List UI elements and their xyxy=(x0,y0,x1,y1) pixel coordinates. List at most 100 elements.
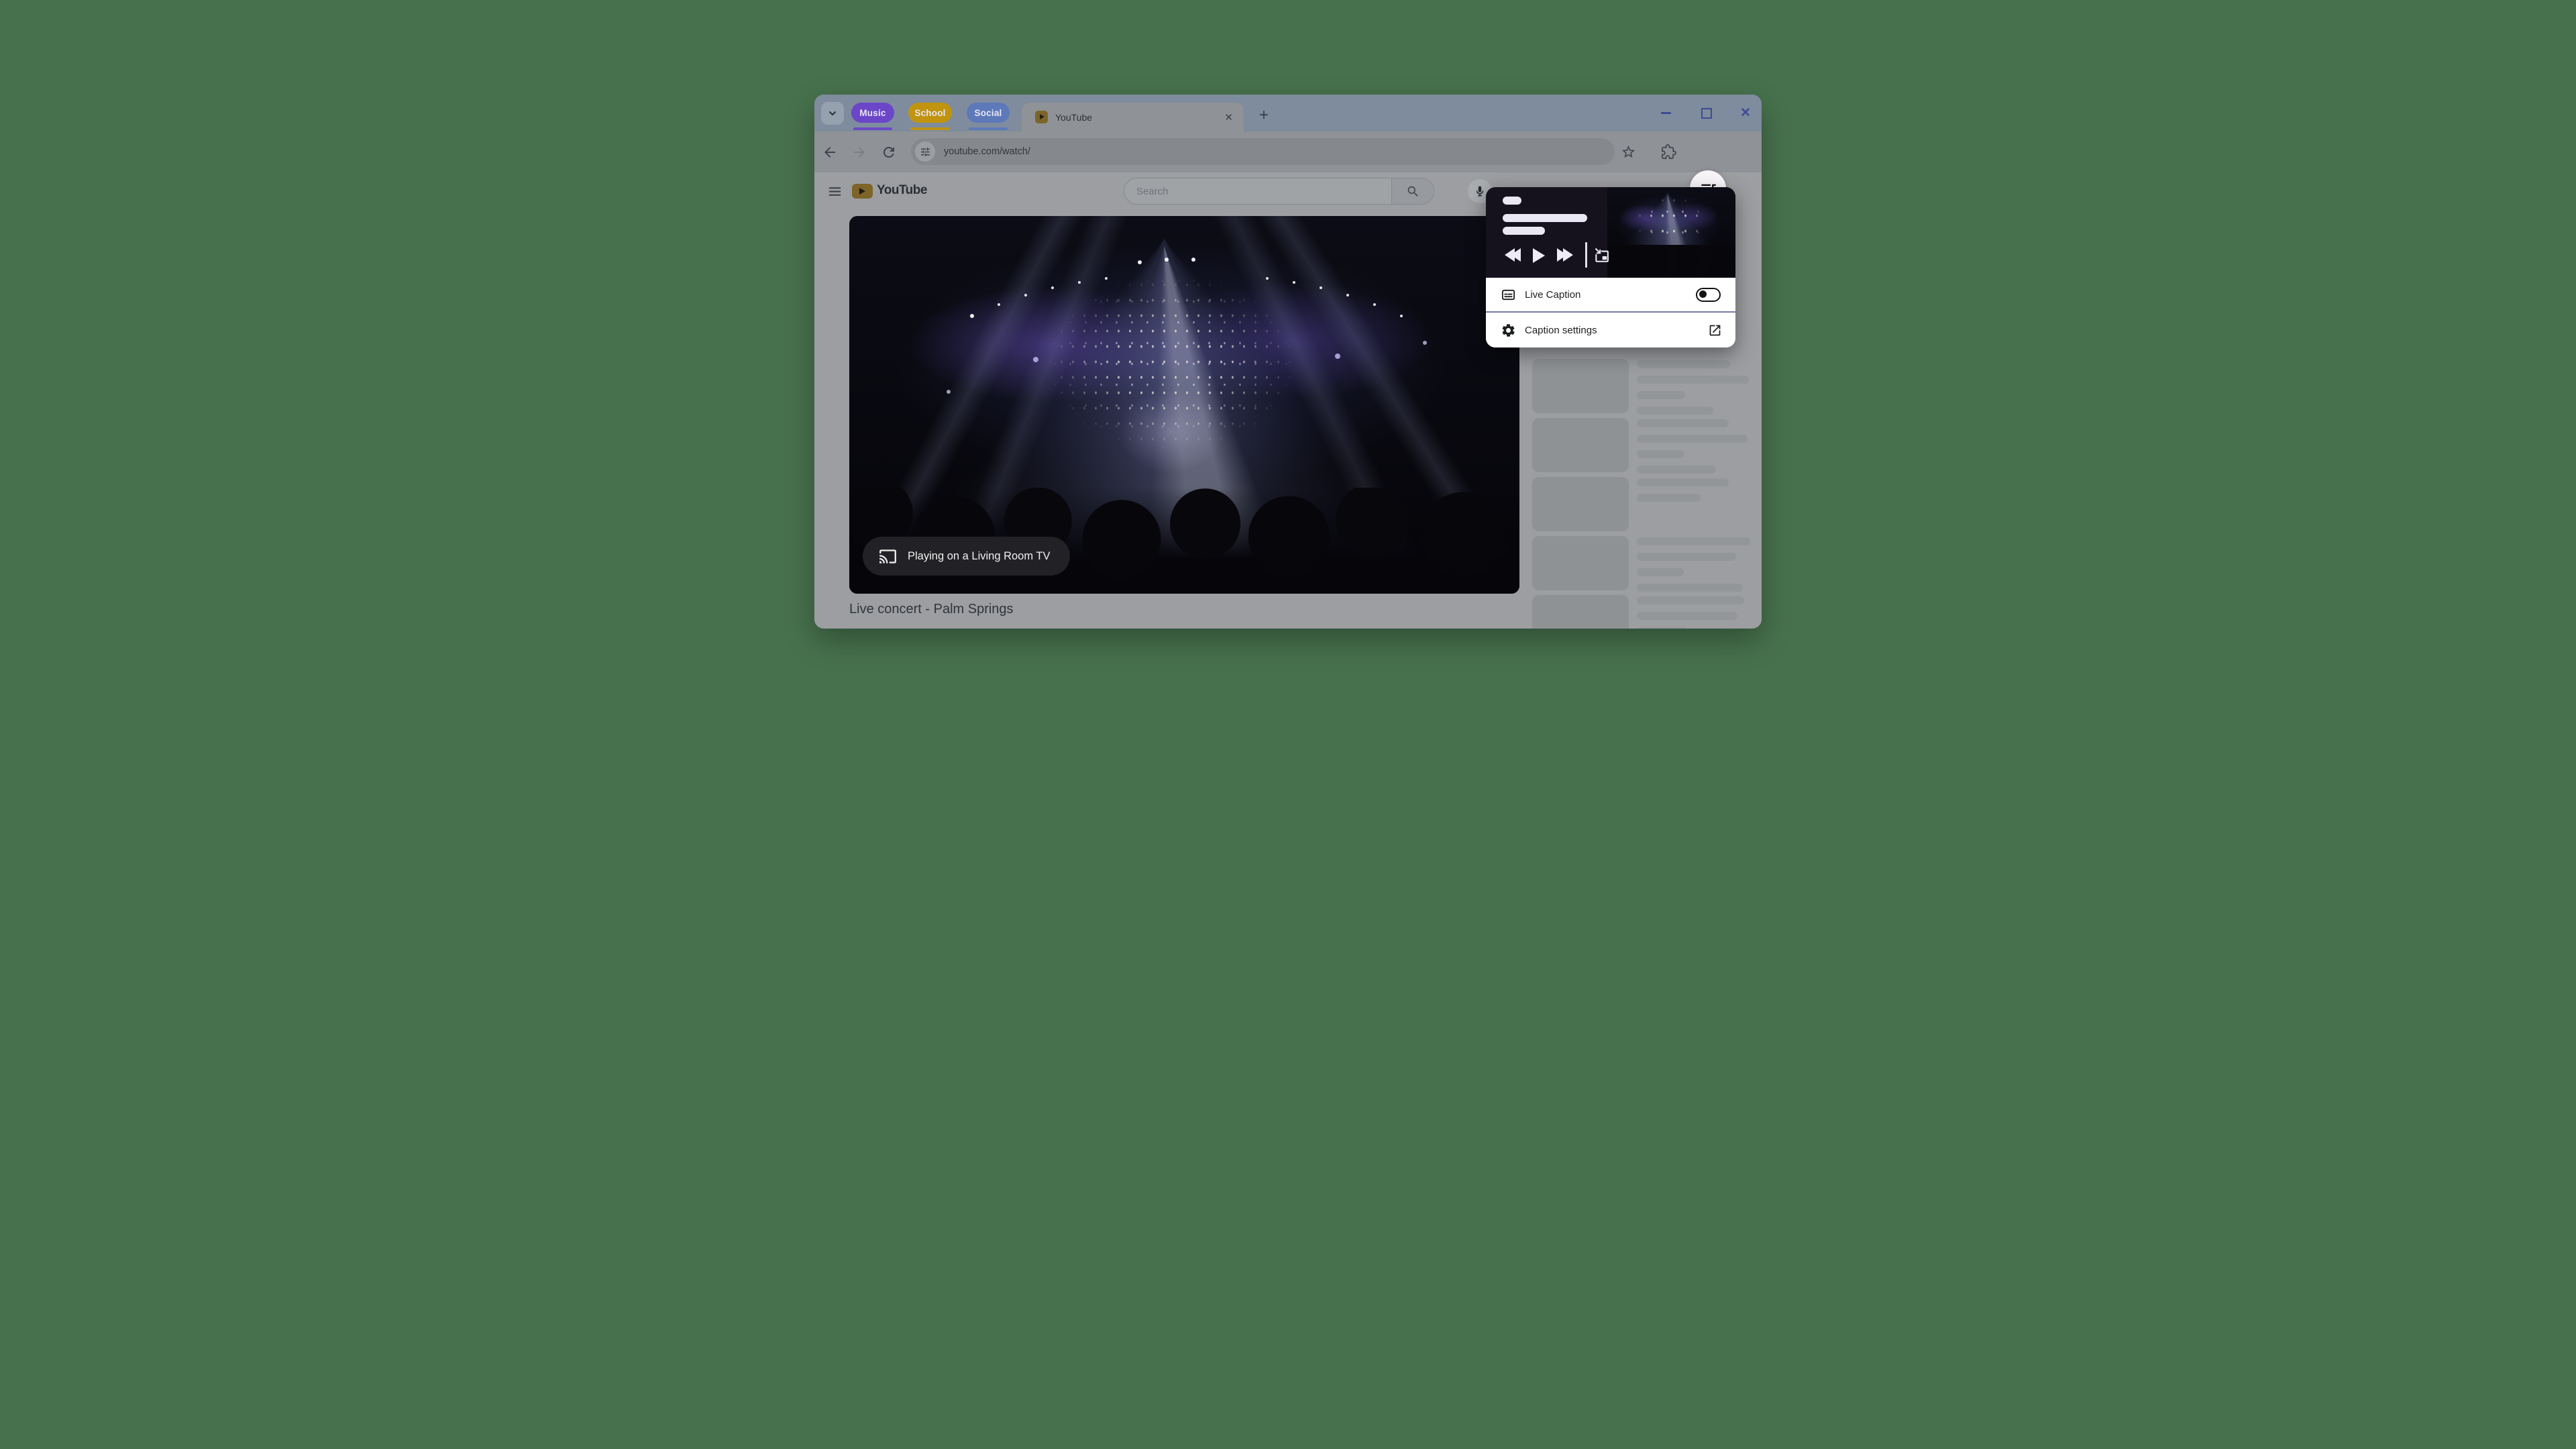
tab-search-button[interactable] xyxy=(821,102,844,125)
video-player[interactable]: Playing on a Living Room TV xyxy=(849,216,1519,594)
chevron-down-icon xyxy=(827,108,838,119)
skeleton-text-line xyxy=(1637,568,1684,576)
skeleton-thumbnail xyxy=(1532,595,1629,629)
media-skeleton-bar xyxy=(1503,214,1587,222)
subtitles-icon xyxy=(1501,287,1516,303)
search-placeholder: Search xyxy=(1136,186,1391,197)
skeleton-text-line xyxy=(1637,478,1729,486)
picture-in-picture-button[interactable] xyxy=(1593,246,1611,264)
skeleton-text-line xyxy=(1637,553,1736,561)
skeleton-thumbnail xyxy=(1532,359,1629,413)
site-settings-chip[interactable] xyxy=(915,142,935,162)
tab-group-music-pill[interactable]: Music xyxy=(851,103,894,123)
skeleton-text-line xyxy=(1637,435,1748,443)
open-in-new-icon xyxy=(1708,323,1722,337)
skeleton-text-line xyxy=(1637,360,1730,368)
skeleton-text-line xyxy=(1637,391,1685,399)
media-session-card xyxy=(1486,187,1735,278)
new-tab-button[interactable]: + xyxy=(1254,107,1273,125)
suggestion-skeleton-row xyxy=(1532,536,1754,590)
fast-forward-icon-2 xyxy=(1563,248,1573,262)
media-artwork xyxy=(1607,187,1735,278)
controls-divider xyxy=(1585,242,1587,268)
suggestion-skeleton-row xyxy=(1532,477,1754,531)
media-skeleton-bar xyxy=(1503,227,1545,235)
skeleton-thumbnail xyxy=(1532,477,1629,531)
picture-in-picture-icon xyxy=(1593,246,1611,264)
minimize-icon xyxy=(1661,112,1671,114)
media-controls-popup: Live Caption Caption settings xyxy=(1486,187,1735,347)
tab-title: YouTube xyxy=(1055,112,1092,123)
suggestion-skeleton-row xyxy=(1532,418,1754,472)
tab-group-school[interactable]: School xyxy=(908,95,952,131)
tab-group-music-underline xyxy=(853,127,892,130)
tab-strip: Music School Social YouTube ✕ + ✕ xyxy=(814,95,1762,131)
tab-youtube[interactable]: YouTube ✕ xyxy=(1022,103,1244,131)
caption-settings-row[interactable]: Caption settings xyxy=(1486,313,1735,347)
live-caption-row[interactable]: Live Caption xyxy=(1486,278,1735,311)
search-icon xyxy=(1406,184,1420,199)
desktop: Music School Social YouTube ✕ + ✕ xyxy=(644,0,1932,724)
toggle-knob xyxy=(1699,290,1707,298)
skeleton-text-line xyxy=(1637,596,1744,604)
microphone-icon xyxy=(1474,185,1486,197)
cast-status-pill: Playing on a Living Room TV xyxy=(863,537,1070,576)
youtube-favicon-icon xyxy=(1035,111,1048,123)
next-track-button[interactable] xyxy=(1557,248,1573,262)
skeleton-text-line xyxy=(1637,376,1749,384)
extensions-button[interactable] xyxy=(1661,144,1677,160)
caption-settings-label: Caption settings xyxy=(1525,325,1597,336)
skeleton-text-line xyxy=(1637,627,1688,629)
skeleton-text-line xyxy=(1637,612,1737,620)
minimize-button[interactable] xyxy=(1661,95,1671,131)
address-bar[interactable]: youtube.com/watch/ xyxy=(911,138,1615,165)
tab-group-school-pill[interactable]: School xyxy=(908,103,952,123)
skeleton-text-line xyxy=(1637,537,1750,545)
rewind-icon-2 xyxy=(1511,248,1521,262)
forward-arrow-icon xyxy=(851,144,867,160)
close-window-button[interactable]: ✕ xyxy=(1740,95,1751,131)
maximize-button[interactable] xyxy=(1701,95,1712,131)
media-skeleton-bar xyxy=(1503,197,1521,205)
artwork-crowd xyxy=(1607,245,1735,278)
url-text: youtube.com/watch/ xyxy=(944,146,1030,157)
browser-window: Music School Social YouTube ✕ + ✕ xyxy=(814,95,1762,629)
back-button[interactable] xyxy=(822,144,838,160)
confetti xyxy=(1010,262,1332,488)
previous-track-button[interactable] xyxy=(1505,248,1521,262)
live-caption-toggle[interactable] xyxy=(1696,288,1721,302)
tab-group-social-underline xyxy=(969,127,1008,130)
youtube-wordmark[interactable]: YouTube xyxy=(877,183,927,198)
browser-toolbar: youtube.com/watch/ xyxy=(814,131,1762,172)
skeleton-thumbnail xyxy=(1532,418,1629,472)
tab-group-music[interactable]: Music xyxy=(851,95,894,131)
skeleton-text-line xyxy=(1637,584,1743,592)
puzzle-icon xyxy=(1661,144,1676,160)
reload-icon xyxy=(881,144,897,160)
tab-close-icon[interactable]: ✕ xyxy=(1224,111,1233,123)
tab-group-social-pill[interactable]: Social xyxy=(967,103,1010,123)
hamburger-icon xyxy=(828,184,842,199)
play-button[interactable] xyxy=(1533,248,1545,263)
skeleton-thumbnail xyxy=(1532,536,1629,590)
video-title: Live concert - Palm Springs xyxy=(849,602,1014,617)
tune-icon xyxy=(920,146,931,158)
back-arrow-icon xyxy=(822,144,838,160)
suggestion-skeleton-row xyxy=(1532,359,1754,413)
skeleton-text-line xyxy=(1637,466,1716,474)
search-button[interactable] xyxy=(1391,178,1434,204)
bookmark-button[interactable] xyxy=(1621,144,1637,160)
hamburger-menu-button[interactable] xyxy=(828,184,842,199)
gear-icon xyxy=(1501,323,1516,338)
skeleton-text-line xyxy=(1637,450,1684,458)
skeleton-text-line xyxy=(1637,407,1713,415)
tab-group-social[interactable]: Social xyxy=(967,95,1010,131)
youtube-logo-icon[interactable] xyxy=(852,184,873,199)
tab-group-school-underline xyxy=(910,127,950,130)
play-icon xyxy=(1533,248,1545,263)
youtube-search-bar[interactable]: Search xyxy=(1124,178,1434,205)
suggestion-skeleton-row xyxy=(1532,595,1754,629)
forward-button[interactable] xyxy=(851,144,867,160)
skeleton-text-line xyxy=(1637,419,1729,427)
reload-button[interactable] xyxy=(881,144,897,160)
